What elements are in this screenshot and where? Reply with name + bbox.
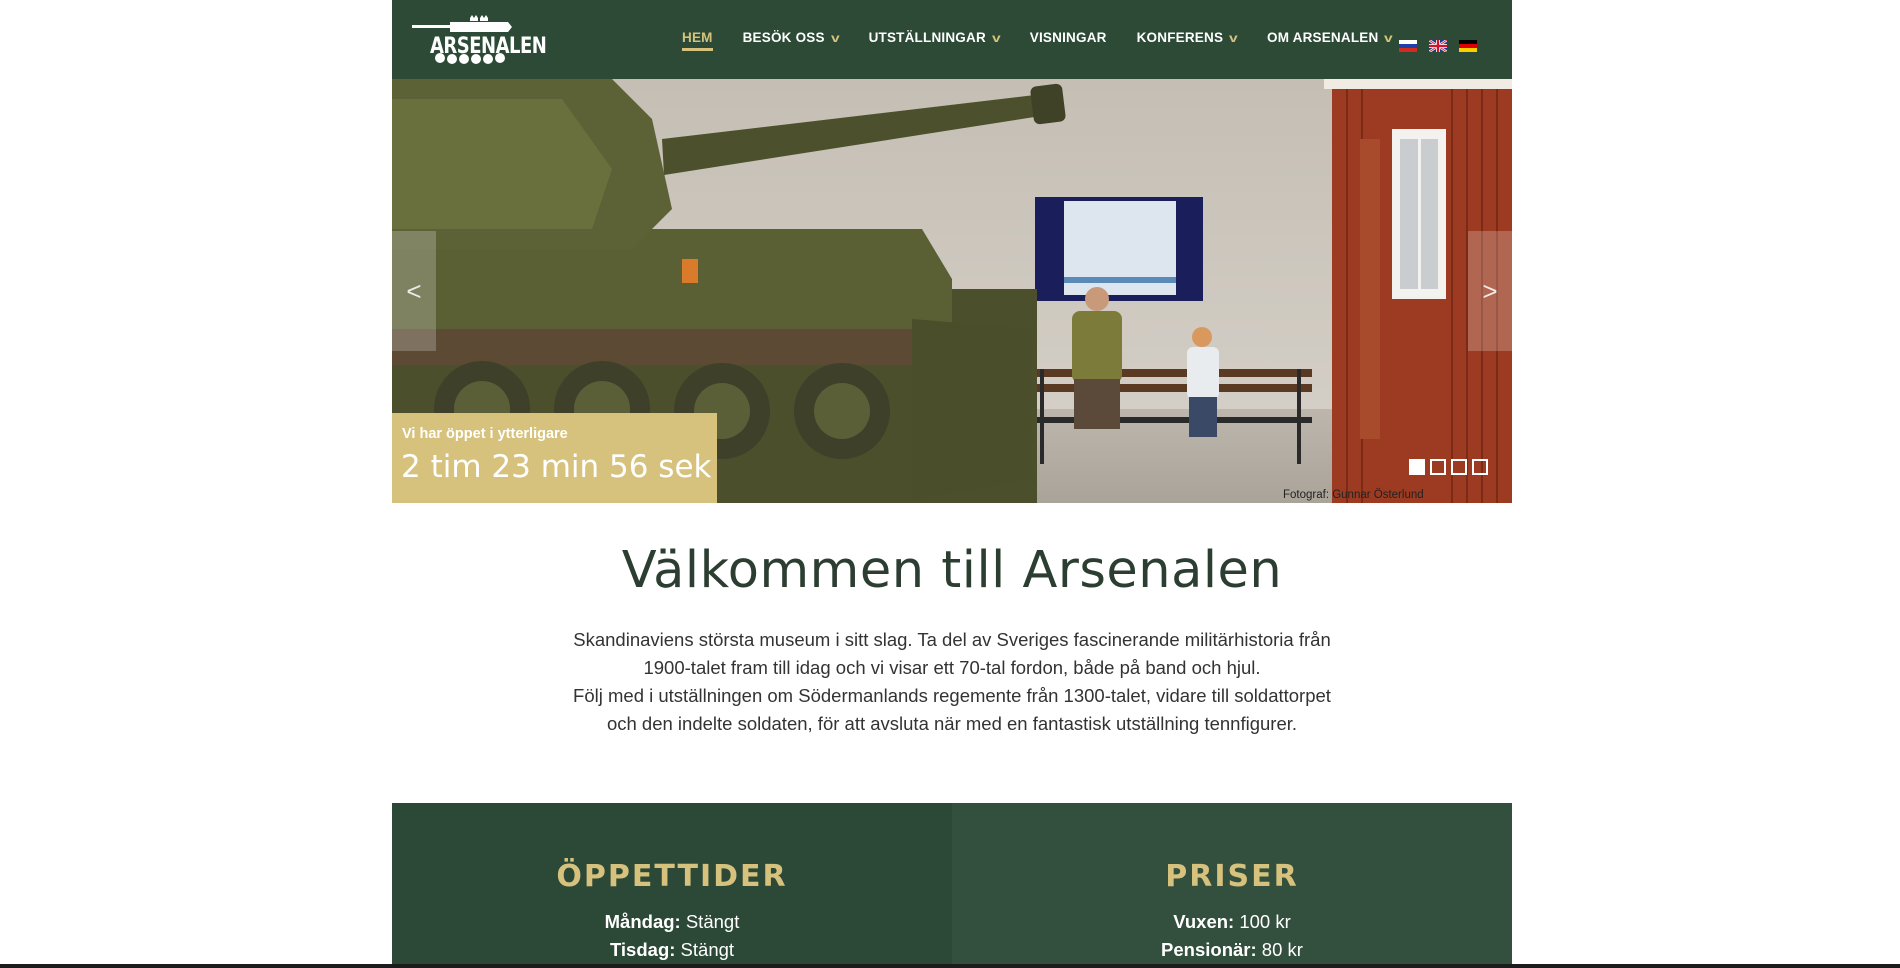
hours-day: Tisdag: — [609, 939, 676, 960]
chevron-down-icon: v — [1384, 30, 1394, 45]
logo-text: ARSENALEN — [430, 33, 547, 60]
slide-dot-2[interactable] — [1430, 459, 1446, 475]
nav-item-hem[interactable]: HEM — [682, 30, 713, 51]
nav-item-utställningar[interactable]: UTSTÄLLNINGAR v — [868, 30, 1001, 45]
hero-slider: < > Vi har öppet i ytterligare 2 tim 23 … — [392, 79, 1512, 503]
countdown-value: 2 tim 23 min 56 sek — [401, 449, 712, 485]
welcome-paragraph-1: Skandinaviens största museum i sitt slag… — [573, 629, 1331, 678]
site-header: ARSENALEN HEM BESÖK OSS v UTSTÄLLNINGAR v VIS… — [392, 0, 1512, 79]
hours-day: Måndag: — [604, 911, 681, 932]
site-container: ARSENALEN HEM BESÖK OSS v UTSTÄLLNINGAR v VIS… — [392, 0, 1512, 968]
opening-countdown: Vi har öppet i ytterligare 2 tim 23 min … — [392, 413, 717, 503]
gb-flag-icon[interactable] — [1429, 40, 1447, 52]
prices-title: PRISER — [1165, 859, 1299, 894]
slider-prev-button[interactable]: < — [392, 231, 436, 351]
nav-label: OM ARSENALEN — [1267, 30, 1379, 45]
countdown-label: Vi har öppet i ytterligare — [402, 426, 568, 442]
price-value: 80 kr — [1261, 939, 1303, 960]
hours-value: Stängt — [680, 939, 735, 960]
nav-label: UTSTÄLLNINGAR — [868, 30, 986, 45]
opening-hours-list: Måndag: Stängt Tisdag: Stängt — [392, 908, 952, 964]
photo-credit: Fotograf: Gunnar Österlund — [1283, 489, 1424, 501]
price-row: Vuxen: 100 kr — [952, 908, 1512, 936]
nav-item-konferens[interactable]: KONFERENS v — [1136, 30, 1239, 45]
slide-dot-1[interactable] — [1409, 459, 1425, 475]
price-row: Pensionär: 80 kr — [952, 936, 1512, 964]
hours-value: Stängt — [685, 911, 740, 932]
chevron-down-icon: v — [830, 30, 840, 45]
slide-dot-4[interactable] — [1472, 459, 1488, 475]
opening-hours-panel: ÖPPETTIDER Måndag: Stängt Tisdag: Stängt — [392, 803, 952, 968]
price-label: Vuxen: — [1173, 911, 1235, 932]
prices-list: Vuxen: 100 kr Pensionär: 80 kr — [952, 908, 1512, 964]
nav-label: KONFERENS — [1136, 30, 1224, 45]
chevron-right-icon: > — [1482, 275, 1498, 306]
window-bottom-edge — [0, 964, 1900, 968]
main-nav: HEM BESÖK OSS v UTSTÄLLNINGAR v VISNINGAR KONF… — [682, 30, 1422, 54]
chevron-down-icon: v — [991, 30, 1001, 45]
welcome-text: Skandinaviens största museum i sitt slag… — [562, 626, 1342, 738]
nav-item-besök-oss[interactable]: BESÖK OSS v — [742, 30, 840, 45]
opening-hours-title: ÖPPETTIDER — [556, 859, 788, 894]
hours-row: Tisdag: Stängt — [392, 936, 952, 964]
nav-item-visningar[interactable]: VISNINGAR — [1030, 30, 1107, 45]
hours-row: Måndag: Stängt — [392, 908, 952, 936]
page-title: Välkommen till Arsenalen — [621, 541, 1283, 600]
nav-item-om-arsenalen[interactable]: OM ARSENALEN v — [1267, 30, 1394, 45]
arsenalen-logo[interactable]: ARSENALEN — [412, 14, 547, 66]
nav-label: BESÖK OSS — [742, 30, 825, 45]
price-value: 100 kr — [1239, 911, 1291, 932]
nav-label: HEM — [682, 30, 713, 51]
welcome-paragraph-2: Följ med i utställningen om Södermanland… — [573, 685, 1331, 734]
language-switcher — [1399, 40, 1489, 52]
slider-next-button[interactable]: > — [1468, 231, 1512, 351]
chevron-down-icon: v — [1229, 30, 1239, 45]
prices-panel: PRISER Vuxen: 100 kr Pensionär: 80 kr — [952, 803, 1512, 968]
chevron-left-icon: < — [406, 275, 422, 306]
ru-flag-icon[interactable] — [1399, 40, 1417, 52]
nav-label: VISNINGAR — [1029, 30, 1107, 45]
slide-dot-3[interactable] — [1451, 459, 1467, 475]
de-flag-icon[interactable] — [1459, 40, 1477, 52]
slider-pagination — [1404, 459, 1488, 475]
price-label: Pensionär: — [1161, 939, 1257, 960]
